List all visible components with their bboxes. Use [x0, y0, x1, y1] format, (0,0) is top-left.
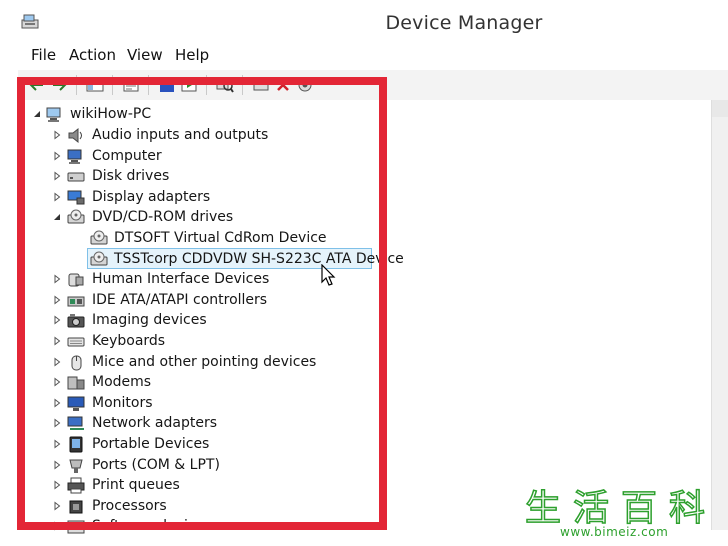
mouse-cursor-icon: [321, 264, 336, 286]
device-manager-window: Device Manager File Action View Help wik…: [0, 0, 728, 546]
window-title: Device Manager: [385, 12, 543, 34]
menu-view[interactable]: View: [127, 46, 163, 64]
menu-bar: File Action View Help: [0, 42, 728, 70]
title-bar: Device Manager: [0, 0, 728, 42]
highlight-frame: [17, 77, 387, 530]
vertical-scrollbar[interactable]: [711, 100, 728, 530]
menu-action[interactable]: Action: [69, 46, 116, 64]
svg-text:生活百科: 生活百科: [525, 488, 717, 526]
watermark-logo: 生活百科: [525, 487, 717, 526]
watermark-url: www.bimeiz.com: [560, 525, 669, 539]
menu-file[interactable]: File: [31, 46, 56, 64]
scroll-up-button[interactable]: [712, 100, 728, 117]
menu-help[interactable]: Help: [175, 46, 209, 64]
